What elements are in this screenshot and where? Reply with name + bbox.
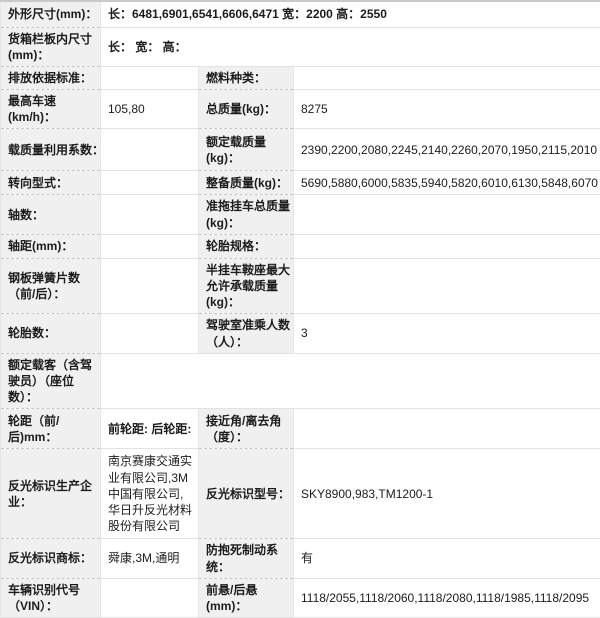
table-row: 反光标识商标： 舜康,3M,通明 防抱死制动系统： 有 xyxy=(1,539,600,578)
spec-value-axle-count xyxy=(101,195,199,234)
spec-value-load-utilization-coefficient xyxy=(101,129,199,171)
spec-value-tire-spec xyxy=(294,234,600,258)
table-row: 轮距（前/后)mm： 前轮距: 后轮距: 接近角/离去角（度）： xyxy=(1,409,600,449)
table-row: 载质量利用系数： 额定载质量(kg)： 2390,2200,2080,2245,… xyxy=(1,129,600,171)
spec-label-front-rear-overhang: 前悬/后悬(mm)： xyxy=(199,578,294,617)
spec-value-cargo-box-inner-dimensions: 长： 宽： 高： xyxy=(101,27,600,66)
spec-label-reflective-marking-model: 反光标识型号： xyxy=(199,449,294,539)
spec-value-max-speed: 105,80 xyxy=(101,90,199,129)
table-row: 车辆识别代号（VIN）： 前悬/后悬(mm)： 1118/2055,1118/2… xyxy=(1,578,600,617)
spec-value-vin xyxy=(101,578,199,617)
spec-label-fuel-type: 燃料种类： xyxy=(199,66,294,89)
spec-label-load-utilization-coefficient: 载质量利用系数： xyxy=(1,129,101,171)
spec-label-curb-weight: 整备质量(kg)： xyxy=(199,171,294,195)
spec-label-cab-passenger-capacity: 驾驶室准乘人数（人）： xyxy=(199,314,294,353)
table-row: 轮胎数： 驾驶室准乘人数（人）： 3 xyxy=(1,314,600,353)
spec-label-emission-standard: 排放依据标准： xyxy=(1,66,101,89)
spec-label-axle-count: 轴数： xyxy=(1,195,101,234)
spec-label-total-mass: 总质量(kg)： xyxy=(199,90,294,129)
spec-value-exterior-dimensions: 长：6481,6901,6541,6606,6471 宽：2200 高：2550 xyxy=(101,1,600,27)
table-row: 货箱栏板内尺寸(mm)： 长： 宽： 高： xyxy=(1,27,600,66)
spec-label-rated-load-mass: 额定载质量(kg)： xyxy=(199,129,294,171)
spec-label-reflective-marking-brand: 反光标识商标： xyxy=(1,539,101,578)
table-row: 排放依据标准： 燃料种类： xyxy=(1,66,600,89)
spec-label-rated-passengers: 额定载客（含驾驶员）（座位数）： xyxy=(1,353,101,409)
spec-value-reflective-marking-manufacturer: 南京赛康交通实业有限公司,3M中国有限公司,华日升反光材料股份有限公司 xyxy=(101,449,199,539)
vehicle-spec-table-container: 外形尺寸(mm)： 长：6481,6901,6541,6606,6471 宽：2… xyxy=(0,0,600,618)
spec-label-exterior-dimensions: 外形尺寸(mm)： xyxy=(1,1,101,27)
spec-value-curb-weight: 5690,5880,6000,5835,5940,5820,6010,6130,… xyxy=(294,171,600,195)
spec-label-wheelbase: 轴距(mm)： xyxy=(1,234,101,258)
spec-label-trailer-total-mass: 准拖挂车总质量(kg)： xyxy=(199,195,294,234)
table-row: 最高车速(km/h)： 105,80 总质量(kg)： 8275 xyxy=(1,90,600,129)
spec-label-approach-departure-angle: 接近角/离去角（度）： xyxy=(199,409,294,449)
spec-label-leaf-spring-count: 钢板弹簧片数（前/后）： xyxy=(1,258,101,314)
spec-value-front-rear-overhang: 1118/2055,1118/2060,1118/2080,1118/1985,… xyxy=(294,578,600,617)
spec-label-fifth-wheel-max-load: 半挂车鞍座最大允许承载质量(kg)： xyxy=(199,258,294,314)
spec-value-total-mass: 8275 xyxy=(294,90,600,129)
spec-label-max-speed: 最高车速(km/h)： xyxy=(1,90,101,129)
spec-value-fifth-wheel-max-load xyxy=(294,258,600,314)
spec-value-reflective-marking-brand: 舜康,3M,通明 xyxy=(101,539,199,578)
spec-label-cargo-box-inner-dimensions: 货箱栏板内尺寸(mm)： xyxy=(1,27,101,66)
table-row: 钢板弹簧片数（前/后）： 半挂车鞍座最大允许承载质量(kg)： xyxy=(1,258,600,314)
spec-value-tire-count xyxy=(101,314,199,353)
spec-value-emission-standard xyxy=(101,66,199,89)
spec-value-steering-type xyxy=(101,171,199,195)
spec-value-wheelbase xyxy=(101,234,199,258)
spec-value-cab-passenger-capacity: 3 xyxy=(294,314,600,353)
spec-label-abs: 防抱死制动系统： xyxy=(199,539,294,578)
spec-label-vin: 车辆识别代号（VIN）： xyxy=(1,578,101,617)
vehicle-spec-table: 外形尺寸(mm)： 长：6481,6901,6541,6606,6471 宽：2… xyxy=(0,0,600,618)
spec-label-steering-type: 转向型式： xyxy=(1,171,101,195)
spec-value-abs: 有 xyxy=(294,539,600,578)
spec-value-track-width: 前轮距: 后轮距: xyxy=(101,409,199,449)
spec-label-tire-spec: 轮胎规格： xyxy=(199,234,294,258)
table-row: 轴距(mm)： 轮胎规格： xyxy=(1,234,600,258)
table-row: 轴数： 准拖挂车总质量(kg)： xyxy=(1,195,600,234)
spec-label-tire-count: 轮胎数： xyxy=(1,314,101,353)
spec-value-trailer-total-mass xyxy=(294,195,600,234)
spec-value-rated-passengers xyxy=(101,353,600,409)
spec-value-approach-departure-angle xyxy=(294,409,600,449)
table-row: 反光标识生产企业： 南京赛康交通实业有限公司,3M中国有限公司,华日升反光材料股… xyxy=(1,449,600,539)
table-row: 外形尺寸(mm)： 长：6481,6901,6541,6606,6471 宽：2… xyxy=(1,1,600,27)
spec-value-rated-load-mass: 2390,2200,2080,2245,2140,2260,2070,1950,… xyxy=(294,129,600,171)
table-row: 转向型式： 整备质量(kg)： 5690,5880,6000,5835,5940… xyxy=(1,171,600,195)
spec-value-leaf-spring-count xyxy=(101,258,199,314)
spec-value-fuel-type xyxy=(294,66,600,89)
table-row: 额定载客（含驾驶员）（座位数）： xyxy=(1,353,600,409)
spec-value-reflective-marking-model: SKY8900,983,TM1200-1 xyxy=(294,449,600,539)
spec-label-reflective-marking-manufacturer: 反光标识生产企业： xyxy=(1,449,101,539)
spec-label-track-width: 轮距（前/后)mm： xyxy=(1,409,101,449)
